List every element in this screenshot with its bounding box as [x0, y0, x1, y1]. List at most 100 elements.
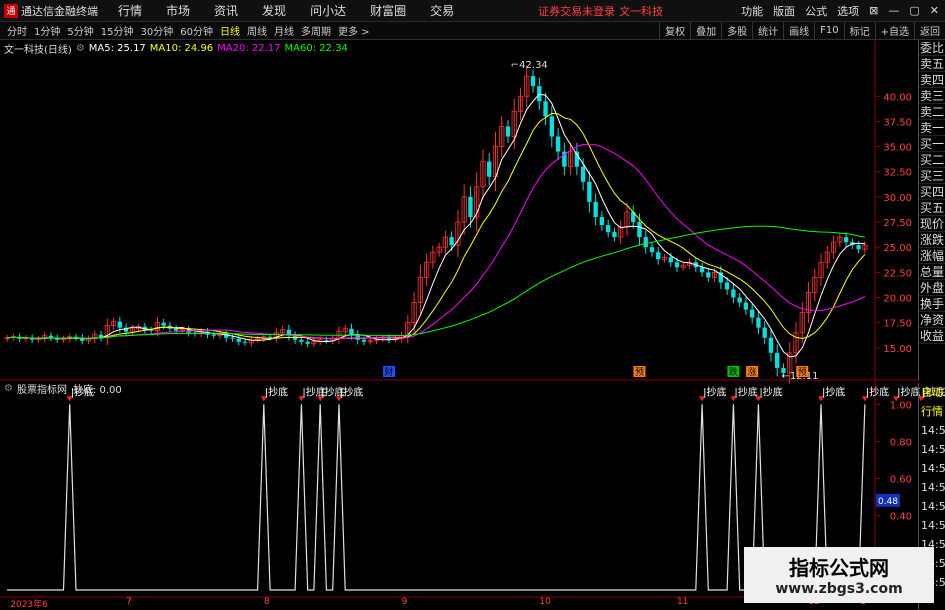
side2-time: 14:50: [921, 500, 945, 513]
side-change[interactable]: 涨跌: [919, 232, 945, 248]
candle-body-down: [843, 237, 849, 243]
price-tick-label: 27.50: [883, 218, 912, 229]
side-outer[interactable]: 外盘: [919, 280, 945, 296]
candle-body-down: [349, 328, 354, 335]
candle-body-down: [699, 267, 705, 273]
indicator-tick-label: 0.80: [890, 437, 912, 448]
candle-body-down: [775, 352, 780, 368]
high-price-annotation: ⌐42.34: [511, 60, 548, 71]
chart-canvas[interactable]: 15.00 17.50 20.00 22.50 25.00 27.50 30.00 32.50…: [0, 0, 945, 609]
candle-body-down: [656, 252, 661, 260]
candle-body-down: [161, 322, 166, 326]
indicator-tick-label: 0.60: [890, 475, 912, 486]
candle-body-down: [599, 217, 605, 226]
candle-body-down: [324, 339, 329, 341]
indicator-current-value: 0.48: [878, 497, 898, 507]
candle-body-down: [731, 289, 736, 298]
side-eps[interactable]: 收益: [919, 328, 945, 344]
indicator-name[interactable]: 股票指标网: [17, 381, 67, 396]
side-sell5[interactable]: 卖五: [919, 56, 945, 72]
signal-label: |抄底: [866, 385, 889, 398]
side-buy3[interactable]: 买三: [919, 168, 945, 184]
watermark-url: www.zbgs3.com: [775, 581, 903, 597]
date-label: 7: [126, 597, 132, 607]
candle-body-down: [637, 222, 642, 238]
side-buy1[interactable]: 买一: [919, 136, 945, 152]
signal-label: |抄底: [822, 385, 845, 398]
candle-body-down: [543, 101, 548, 117]
trading-terminal-window: 通 通达信金融终端 行情 市场 资讯 发现 问小达 财富圈 交易 证券交易未登录…: [0, 0, 945, 610]
side2-auto[interactable]: 自动: [919, 383, 945, 402]
price-tick-label: 22.50: [883, 268, 912, 279]
side-turnover[interactable]: 换手: [919, 296, 945, 312]
candle-body-down: [612, 232, 617, 238]
price-tick-label: 20.00: [883, 294, 912, 305]
price-tick-label: 35.00: [883, 143, 912, 154]
candle-body-down: [768, 337, 774, 353]
candle-body-down: [856, 245, 861, 250]
candle-body-down: [605, 225, 611, 233]
date-label: 9: [401, 597, 408, 607]
side2-hangqing[interactable]: 行情: [919, 402, 945, 421]
candle-body-down: [505, 126, 511, 137]
candle-body-down: [549, 116, 555, 137]
indicator-tick-label: 1.00: [890, 400, 912, 411]
indicator-settings-icon[interactable]: ⚙: [4, 383, 13, 394]
event-marker: 跌: [729, 367, 738, 378]
candlestick-series: [4, 65, 868, 384]
signal-label: |抄底: [265, 385, 288, 398]
side2-time: 14:50: [921, 462, 945, 475]
date-label: 11: [677, 597, 689, 607]
side2-time: 14:50: [921, 481, 945, 494]
candle-body-down: [555, 136, 561, 152]
candle-body-down: [487, 161, 492, 177]
candle-body-down: [580, 166, 586, 182]
candle-body-down: [749, 309, 755, 318]
candle-body-down: [587, 181, 592, 202]
candle-body-down: [173, 328, 179, 331]
indicator-tick-label: 0.40: [890, 512, 912, 523]
indicator-header: ⚙ 股票指标网 抄底: 0.00: [0, 381, 122, 396]
side-volume[interactable]: 总量: [919, 264, 945, 280]
side-sell2[interactable]: 卖二: [919, 104, 945, 120]
candle-body-down: [649, 247, 655, 253]
ma-lines: [7, 93, 866, 358]
side-netasset[interactable]: 净资: [919, 312, 945, 328]
side-sell3[interactable]: 卖三: [919, 88, 945, 104]
watermark-title: 指标公式网: [789, 556, 889, 580]
side-sell4[interactable]: 卖四: [919, 72, 945, 88]
candle-body-down: [643, 237, 648, 248]
side-buy5[interactable]: 买五: [919, 200, 945, 216]
side-change-pct[interactable]: 涨幅: [919, 248, 945, 264]
side-price[interactable]: 现价: [919, 216, 945, 232]
price-tick-label: 40.00: [883, 92, 912, 103]
event-marker: 预: [798, 367, 807, 378]
side-buy2[interactable]: 买二: [919, 152, 945, 168]
candle-body-down: [743, 302, 749, 310]
event-marker: 财: [385, 366, 394, 378]
candle-body-down: [668, 257, 673, 263]
price-tick-label: 30.00: [883, 193, 912, 204]
price-tick-label: 37.50: [883, 117, 912, 128]
date-label: 8: [263, 597, 270, 607]
candle-body-down: [756, 317, 761, 328]
candle-body-down: [117, 321, 123, 328]
candle-body-down: [267, 336, 273, 338]
signal-label: |抄底: [759, 385, 782, 398]
candle-body-down: [737, 297, 742, 303]
side-weibi[interactable]: 委比: [919, 40, 945, 56]
signal-label: |抄底: [703, 385, 726, 398]
price-tick-label: 15.00: [883, 344, 912, 355]
candle-body-down: [530, 76, 536, 87]
candle-body-down: [211, 334, 216, 336]
ma20-line: [7, 143, 866, 339]
signal-label: |抄底: [340, 385, 363, 398]
side-buy4[interactable]: 买四: [919, 184, 945, 200]
signal-label: |抄底: [734, 385, 757, 398]
candle-body-down: [593, 201, 598, 217]
watermark: 指标公式网 www.zbgs3.com: [744, 547, 934, 603]
candle-body-down: [449, 237, 454, 246]
side-sell1[interactable]: 卖一: [919, 120, 945, 136]
indicator-value: 抄底: 0.00: [72, 384, 122, 396]
candle-body-down: [242, 341, 248, 343]
